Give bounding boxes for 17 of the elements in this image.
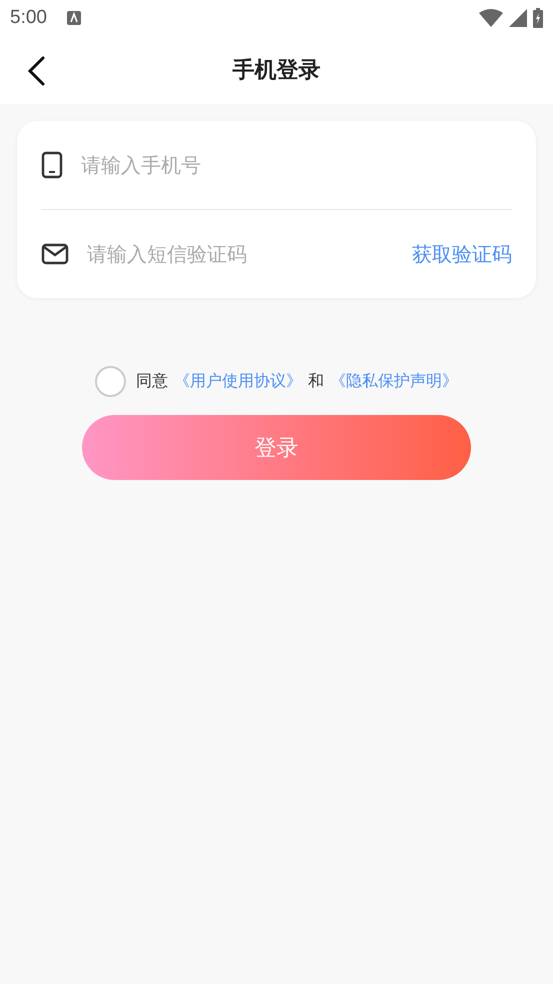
get-code-button[interactable]: 获取验证码 <box>412 240 512 268</box>
page-title: 手机登录 <box>232 57 320 85</box>
user-agreement-link[interactable]: 《用户使用协议》 <box>174 371 302 392</box>
agree-checkbox[interactable] <box>95 366 126 397</box>
phone-icon <box>41 151 63 179</box>
battery-icon <box>533 8 543 28</box>
wifi-icon <box>479 9 503 27</box>
notification-icon <box>66 11 81 25</box>
conjunction-text: 和 <box>308 371 324 392</box>
login-button[interactable]: 登录 <box>82 415 471 480</box>
signal-icon <box>509 9 527 27</box>
phone-input-field[interactable]: 请输入手机号 <box>79 152 512 178</box>
agree-text: 同意 <box>136 371 168 392</box>
privacy-policy-link[interactable]: 《隐私保护声明》 <box>330 371 458 392</box>
mail-icon <box>41 243 69 265</box>
code-input-field[interactable]: 请输入短信验证码 <box>85 241 396 267</box>
status-time: 5:00 <box>10 7 47 29</box>
